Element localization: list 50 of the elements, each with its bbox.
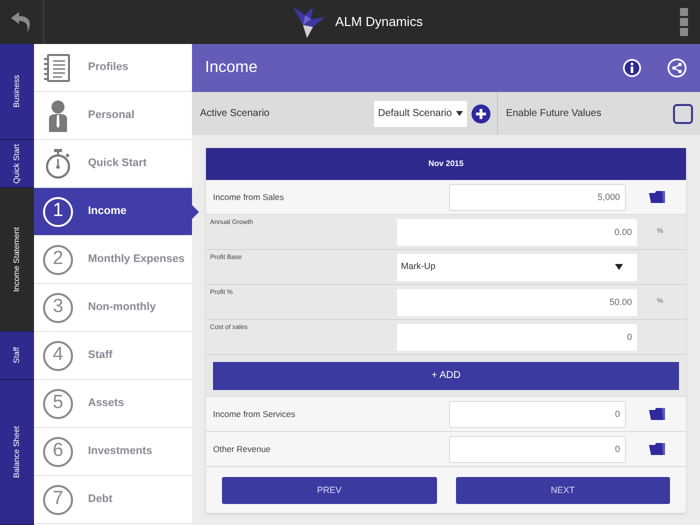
period-label: Nov 2015 xyxy=(428,158,464,170)
value-field[interactable]: 0 xyxy=(449,400,626,428)
future-values-label: Enable Future Values xyxy=(504,107,602,121)
section-tab[interactable]: Income Statement xyxy=(0,188,34,332)
section-label: Income Statement xyxy=(11,227,22,292)
value-field[interactable]: 0 xyxy=(397,324,637,350)
section-tab[interactable]: Balance Sheet xyxy=(0,380,34,525)
add-scenario-icon[interactable] xyxy=(470,104,491,124)
logo-icon xyxy=(291,5,328,39)
value-field[interactable]: 0 xyxy=(449,436,626,462)
menu-icon[interactable] xyxy=(678,6,690,38)
row-label: Income from Sales xyxy=(212,190,285,204)
app-title: ALM Dynamics xyxy=(335,13,423,32)
folder-icon[interactable] xyxy=(648,407,666,421)
profit-base-dropdown[interactable]: Mark-Up xyxy=(397,254,637,280)
step-number-icon: 3 xyxy=(43,292,73,322)
next-button[interactable]: NEXT xyxy=(456,477,670,504)
dropdown-caret-icon xyxy=(456,111,463,116)
prev-button[interactable]: PREV xyxy=(222,477,436,504)
stopwatch-icon xyxy=(45,148,71,178)
value-field[interactable]: 0.00 xyxy=(397,218,637,246)
step-number-icon: 1 xyxy=(43,196,73,226)
value-field[interactable]: 50.00 xyxy=(397,288,637,316)
folder-icon[interactable] xyxy=(648,190,666,204)
dropdown-caret-icon xyxy=(615,264,623,270)
scenario-label: Active Scenario xyxy=(199,107,270,121)
section-label: Staff xyxy=(11,347,22,364)
value-field[interactable]: 5,000 xyxy=(449,184,626,210)
section-tab[interactable]: Staff xyxy=(0,332,34,380)
info-icon[interactable] xyxy=(622,58,642,78)
scenario-dropdown[interactable]: Default Scenario xyxy=(374,100,467,126)
add-button[interactable]: + ADD xyxy=(213,362,679,390)
page-title: Income xyxy=(205,58,258,78)
row-label: Income from Services xyxy=(212,408,296,420)
step-number-icon: 4 xyxy=(43,340,73,370)
step-number-icon: 6 xyxy=(43,436,73,466)
notepad-icon xyxy=(44,52,72,82)
step-number-icon: 5 xyxy=(43,388,73,418)
person-icon xyxy=(47,100,69,132)
row-label: Other Revenue xyxy=(212,442,272,456)
section-tab[interactable]: Quick Start xyxy=(0,140,34,188)
share-icon[interactable] xyxy=(667,58,687,78)
section-label: Balance Sheet xyxy=(11,426,22,478)
future-values-checkbox[interactable] xyxy=(673,104,693,124)
step-number-icon: 7 xyxy=(43,484,73,514)
section-tab[interactable]: Business xyxy=(0,44,34,140)
section-label: Quick Start xyxy=(11,144,22,184)
folder-icon[interactable] xyxy=(648,442,666,456)
step-number-icon: 2 xyxy=(43,244,73,274)
section-label: Business xyxy=(11,75,22,108)
